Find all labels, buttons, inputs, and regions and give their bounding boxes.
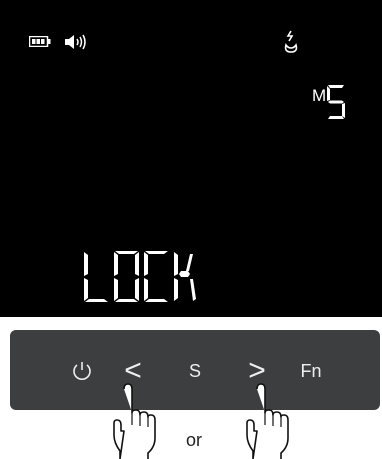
mode-prefix: M	[312, 86, 327, 105]
power-button[interactable]	[62, 350, 102, 392]
select-button[interactable]: S	[175, 350, 215, 392]
mode-digit	[327, 85, 345, 119]
lcd-screen: M	[0, 0, 382, 317]
speaker-icon	[65, 34, 86, 50]
segment-char-c	[144, 251, 168, 302]
fn-label: Fn	[300, 360, 322, 381]
or-label: or	[186, 430, 203, 450]
segment-char-l	[84, 252, 108, 302]
lock-display	[84, 251, 196, 302]
fn-button[interactable]: Fn	[291, 350, 331, 392]
pointing-hand-icon	[113, 383, 156, 459]
flame-icon	[284, 30, 298, 53]
battery-icon	[29, 36, 51, 47]
select-label: S	[188, 360, 201, 381]
segment-char-o	[114, 251, 139, 302]
power-icon	[73, 362, 91, 380]
pointing-hand-icon	[246, 383, 289, 459]
segment-char-k	[174, 252, 196, 301]
